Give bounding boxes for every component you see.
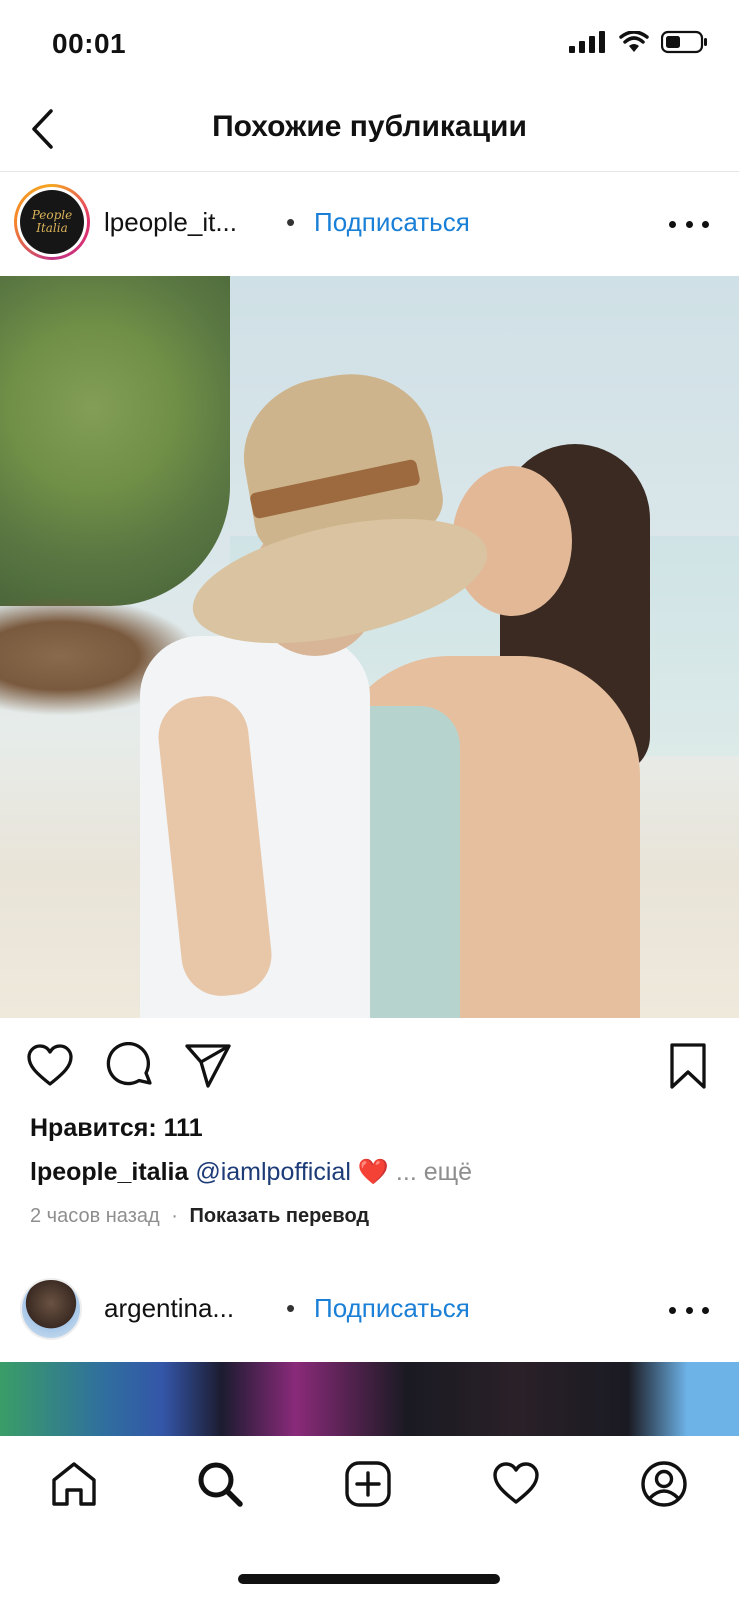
status-icons xyxy=(569,30,709,54)
show-translation-link[interactable]: Показать перевод xyxy=(189,1205,369,1227)
avatar-logo: People Italia xyxy=(20,190,84,254)
post-caption: lpeople_italia @iamlpofficial ❤️ ... ещё xyxy=(30,1158,472,1187)
avatar[interactable]: People Italia xyxy=(14,184,90,260)
caption-heart-emoji: ❤️ xyxy=(357,1158,389,1186)
post-time: 2 часов назад xyxy=(30,1205,160,1227)
home-icon xyxy=(52,1462,96,1506)
separator-dot: • xyxy=(286,207,296,237)
post-meta: 2 часов назад · Показать перевод xyxy=(30,1205,369,1228)
more-options-icon[interactable] xyxy=(669,1300,709,1320)
follow-button[interactable]: Подписаться xyxy=(314,207,470,238)
wifi-icon xyxy=(619,31,649,52)
heart-icon xyxy=(27,1044,73,1086)
avatar[interactable] xyxy=(20,1278,82,1340)
post-image[interactable] xyxy=(0,276,739,1018)
post-header-2: argentina... • Подписаться xyxy=(0,1258,739,1360)
search-icon xyxy=(198,1462,243,1507)
tab-create[interactable] xyxy=(342,1458,394,1510)
bookmark-icon xyxy=(670,1043,706,1089)
share-button[interactable] xyxy=(184,1042,232,1090)
caption-more-link[interactable]: ... ещё xyxy=(396,1158,472,1186)
photo-trees xyxy=(0,276,230,606)
post-image-2[interactable] xyxy=(0,1362,739,1436)
battery-icon xyxy=(661,30,707,54)
home-indicator xyxy=(238,1574,500,1584)
status-time: 00:01 xyxy=(52,28,127,59)
heart-icon xyxy=(493,1462,539,1504)
tab-profile[interactable] xyxy=(638,1458,690,1510)
tab-activity[interactable] xyxy=(490,1458,542,1510)
more-options-icon[interactable] xyxy=(669,214,709,234)
nav-header: Похожие публикации xyxy=(0,90,739,172)
post-actions xyxy=(0,1018,739,1114)
tab-search[interactable] xyxy=(194,1458,246,1510)
post-username[interactable]: lpeople_it... xyxy=(104,207,237,238)
send-icon xyxy=(185,1044,231,1088)
meta-separator: · xyxy=(171,1205,178,1227)
separator-dot: • xyxy=(286,1293,296,1323)
bottom-tab-bar xyxy=(0,1436,739,1600)
caption-mention[interactable]: @iamlpofficial xyxy=(195,1158,351,1186)
avatar-logo-line2: Italia xyxy=(36,221,68,235)
profile-icon xyxy=(641,1461,687,1507)
page-title: Похожие публикации xyxy=(212,110,527,143)
follow-button[interactable]: Подписаться xyxy=(314,1293,470,1324)
post-header: People Italia lpeople_it... • Подписатьс… xyxy=(0,172,739,274)
post-username[interactable]: argentina... xyxy=(104,1293,234,1324)
cellular-signal-icon xyxy=(569,31,605,53)
like-button[interactable] xyxy=(26,1042,74,1090)
likes-count[interactable]: Нравится: 111 xyxy=(30,1114,203,1143)
comment-icon xyxy=(106,1041,152,1086)
save-button[interactable] xyxy=(664,1042,712,1090)
tab-home[interactable] xyxy=(48,1458,100,1510)
comment-button[interactable] xyxy=(106,1041,154,1090)
caption-username[interactable]: lpeople_italia xyxy=(30,1158,188,1186)
status-bar: 00:01 xyxy=(0,0,739,90)
plus-square-icon xyxy=(345,1461,391,1507)
